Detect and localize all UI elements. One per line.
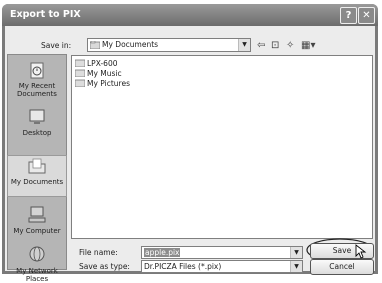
file-list[interactable]: LPX-600 My Music My Pictures [71, 55, 373, 239]
view-menu-icon[interactable]: ▦▾ [301, 40, 315, 51]
place-label: My Computer [13, 227, 61, 235]
file-name: My Pictures [87, 79, 130, 88]
recent-documents-icon [30, 62, 44, 79]
export-dialog: Export to PIX ? ✕ Save in: My Documents … [2, 4, 378, 283]
folder-icon [90, 41, 100, 49]
place-label: My Network Places [16, 267, 58, 283]
file-name-value: apple.pix [144, 248, 181, 257]
save-as-type-value: Dr.PICZA Files (*.pix) [144, 262, 222, 271]
cancel-button[interactable]: Cancel [310, 259, 374, 275]
save-in-value: My Documents [102, 40, 159, 49]
save-in-label: Save in: [41, 41, 72, 50]
place-network[interactable]: My Network Places [8, 245, 66, 283]
file-item[interactable]: My Music [75, 69, 122, 79]
folder-icon [75, 79, 85, 87]
network-places-icon [29, 246, 45, 262]
place-my-documents[interactable]: My Documents [7, 155, 67, 197]
folder-icon [75, 69, 85, 77]
title-bar: Export to PIX ? ✕ [2, 4, 378, 26]
file-name-label: File name: [79, 248, 118, 257]
place-recent[interactable]: My Recent Documents [8, 60, 66, 98]
dialog-title: Export to PIX [10, 9, 81, 20]
desktop-icon [29, 109, 45, 124]
file-name-input[interactable]: apple.pix ▼ [141, 246, 303, 259]
place-my-computer[interactable]: My Computer [8, 205, 66, 235]
new-folder-icon[interactable]: ✧ [286, 40, 294, 51]
file-item[interactable]: LPX-600 [75, 59, 118, 69]
places-bar: My Recent Documents Desktop My Documents [7, 54, 67, 283]
save-in-dropdown[interactable]: My Documents ▼ [87, 38, 251, 52]
my-computer-icon [28, 206, 46, 223]
file-item[interactable]: My Pictures [75, 79, 130, 89]
mouse-cursor-icon [355, 244, 367, 259]
back-icon[interactable]: ⇦ [257, 40, 265, 51]
save-as-type-label: Save as type: [79, 262, 130, 271]
save-as-type-dropdown[interactable]: Dr.PICZA Files (*.pix) ▼ [141, 260, 303, 273]
help-button[interactable]: ? [340, 7, 357, 24]
chevron-down-icon[interactable]: ▼ [238, 39, 250, 51]
my-documents-icon [28, 158, 46, 174]
folder-icon [75, 59, 85, 67]
dialog-body: Save in: My Documents ▼ ⇦ ⊡ ✧ ▦▾ My Rece… [5, 26, 375, 283]
place-desktop[interactable]: Desktop [8, 107, 66, 137]
chevron-down-icon[interactable]: ▼ [290, 261, 302, 272]
close-button[interactable]: ✕ [358, 7, 375, 24]
place-label: My Recent Documents [17, 82, 57, 98]
place-label: My Documents [10, 178, 64, 186]
up-folder-icon[interactable]: ⊡ [271, 40, 279, 51]
file-name: LPX-600 [87, 59, 118, 68]
place-label: Desktop [22, 129, 52, 137]
file-name: My Music [87, 69, 122, 78]
chevron-down-icon[interactable]: ▼ [290, 247, 302, 258]
